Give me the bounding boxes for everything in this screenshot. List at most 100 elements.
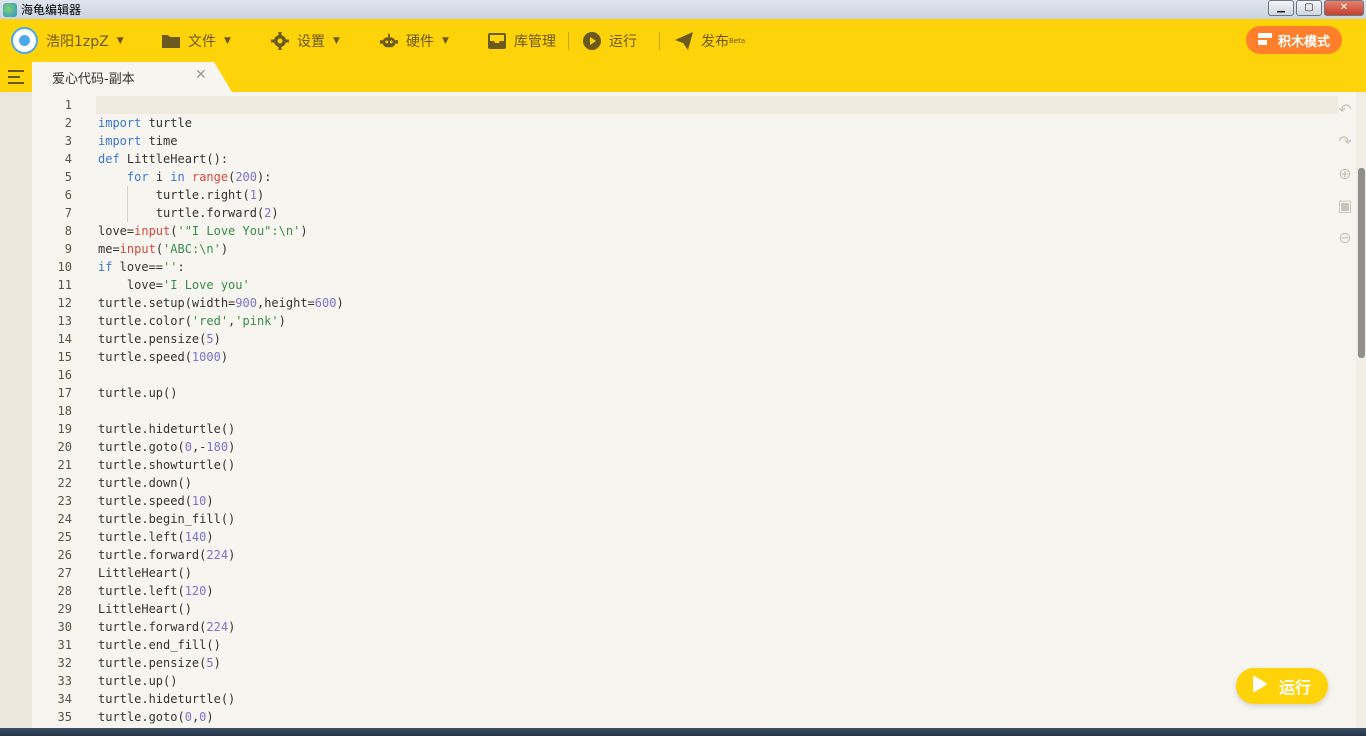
zoom-in-icon[interactable]: ⊕ xyxy=(1335,164,1355,184)
code-line[interactable]: turtle.speed(1000) xyxy=(98,348,1338,366)
line-number: 10 xyxy=(57,260,72,274)
line-number: 30 xyxy=(57,620,72,634)
menu-run[interactable]: 运行 xyxy=(583,19,637,62)
code-line[interactable]: turtle.right(1) xyxy=(98,186,1338,204)
line-number: 4 xyxy=(64,152,72,166)
window-title: 海龟编辑器 xyxy=(21,3,82,17)
line-number: 29 xyxy=(57,602,72,616)
code-line[interactable]: turtle.pensize(5) xyxy=(98,330,1338,348)
code-line[interactable]: turtle.hideturtle() xyxy=(98,690,1338,708)
gear-icon xyxy=(271,31,289,50)
code-line[interactable]: turtle.hideturtle() xyxy=(98,420,1338,438)
code-line[interactable]: turtle.showturtle() xyxy=(98,456,1338,474)
window-titlebar: 海龟编辑器 ▁ ▢ ✕ xyxy=(0,0,1366,19)
line-number: 19 xyxy=(57,422,72,436)
blocks-icon xyxy=(1257,32,1272,48)
run-button[interactable]: 运行 xyxy=(1236,668,1328,704)
code-line[interactable]: if love=='': xyxy=(98,258,1338,276)
run-button-label: 运行 xyxy=(1278,678,1311,697)
code-line[interactable]: import time xyxy=(98,132,1338,150)
code-line[interactable]: love=input('"I Love You":\n') xyxy=(98,222,1338,240)
paper-plane-icon xyxy=(675,31,693,50)
undo-icon[interactable]: ↶ xyxy=(1335,100,1355,120)
tab-file[interactable]: 爱心代码-副本 ✕ xyxy=(32,62,232,92)
block-mode-button[interactable]: 积木模式 xyxy=(1246,26,1342,54)
code-line[interactable] xyxy=(98,366,1338,384)
menu-library[interactable]: 库管理 xyxy=(488,19,556,62)
scrollbar-thumb[interactable] xyxy=(1358,168,1365,358)
line-number: 27 xyxy=(57,566,72,580)
play-icon xyxy=(583,31,601,50)
line-number: 17 xyxy=(57,386,72,400)
tab-label: 爱心代码-副本 xyxy=(52,72,135,87)
sidebar-toggle-button[interactable] xyxy=(0,62,32,92)
menu-library-label: 库管理 xyxy=(514,33,556,50)
code-line[interactable]: turtle.goto(0,0) xyxy=(98,708,1338,726)
line-number: 6 xyxy=(64,188,72,202)
format-icon[interactable]: ▣ xyxy=(1335,196,1355,216)
code-line[interactable]: turtle.left(140) xyxy=(98,528,1338,546)
menu-run-label: 运行 xyxy=(609,33,637,50)
close-icon[interactable]: ✕ xyxy=(195,67,207,83)
line-number: 3 xyxy=(64,134,72,148)
code-line[interactable]: LittleHeart() xyxy=(98,600,1338,618)
menu-publish[interactable]: 发布 Beta xyxy=(675,19,745,62)
menu-hardware[interactable]: 硬件 ▼ xyxy=(380,19,449,62)
line-number: 28 xyxy=(57,584,72,598)
menu-settings-label: 设置 xyxy=(297,33,325,50)
zoom-out-icon[interactable]: ⊖ xyxy=(1335,228,1355,248)
redo-icon[interactable]: ↷ xyxy=(1335,132,1355,152)
code-line[interactable]: turtle.setup(width=900,height=600) xyxy=(98,294,1338,312)
code-line[interactable]: turtle.up() xyxy=(98,672,1338,690)
code-line[interactable]: for i in range(200): xyxy=(98,168,1338,186)
line-number: 9 xyxy=(64,242,72,256)
line-number: 16 xyxy=(57,368,72,382)
menu-settings[interactable]: 设置 ▼ xyxy=(271,19,340,62)
os-taskbar xyxy=(0,728,1366,736)
close-window-button[interactable]: ✕ xyxy=(1324,0,1364,16)
code-line[interactable]: turtle.forward(224) xyxy=(98,546,1338,564)
code-editor[interactable]: import turtle import time def LittleHeart(… xyxy=(96,96,1338,726)
code-line[interactable]: turtle.pensize(5) xyxy=(98,654,1338,672)
play-icon xyxy=(1252,676,1267,696)
user-menu[interactable]: 浩阳1zpZ ▼ xyxy=(11,19,124,62)
code-line[interactable]: def LittleHeart(): xyxy=(98,150,1338,168)
chevron-down-icon: ▼ xyxy=(442,35,449,46)
code-line[interactable]: turtle.forward(224) xyxy=(98,618,1338,636)
line-number: 23 xyxy=(57,494,72,508)
code-line[interactable]: turtle.up() xyxy=(98,384,1338,402)
window-controls: ▁ ▢ ✕ xyxy=(1268,0,1364,16)
maximize-button[interactable]: ▢ xyxy=(1296,0,1322,16)
code-line[interactable]: turtle.end_fill() xyxy=(98,636,1338,654)
code-line[interactable]: turtle.forward(2) xyxy=(98,204,1338,222)
inbox-icon xyxy=(488,32,506,50)
code-line[interactable] xyxy=(98,402,1338,420)
code-line[interactable]: turtle.color('red','pink') xyxy=(98,312,1338,330)
line-number: 31 xyxy=(57,638,72,652)
line-number: 18 xyxy=(57,404,72,418)
code-line[interactable]: me=input('ABC:\n') xyxy=(98,240,1338,258)
line-number: 25 xyxy=(57,530,72,544)
block-mode-label: 积木模式 xyxy=(1277,34,1330,50)
menu-file-label: 文件 xyxy=(188,33,216,50)
code-line[interactable]: import turtle xyxy=(98,114,1338,132)
code-line[interactable]: love='I Love you' xyxy=(98,276,1338,294)
code-line[interactable] xyxy=(96,96,1338,114)
minimize-button[interactable]: ▁ xyxy=(1268,0,1294,16)
code-line[interactable]: turtle.down() xyxy=(98,474,1338,492)
line-number: 24 xyxy=(57,512,72,526)
code-line[interactable]: turtle.begin_fill() xyxy=(98,510,1338,528)
chevron-down-icon: ▼ xyxy=(333,35,340,46)
code-line[interactable]: turtle.left(120) xyxy=(98,582,1338,600)
line-number: 20 xyxy=(57,440,72,454)
line-number: 2 xyxy=(64,116,72,130)
chevron-down-icon: ▼ xyxy=(116,35,124,46)
line-number: 35 xyxy=(57,710,72,724)
toolbar-divider xyxy=(568,32,569,50)
menu-file[interactable]: 文件 ▼ xyxy=(162,19,231,62)
main-toolbar: 浩阳1zpZ ▼ 文件 ▼ 设置 ▼ 硬件 ▼ 库管理 运行 发布 Beta 积… xyxy=(0,19,1366,62)
menu-publish-label: 发布 xyxy=(701,33,729,50)
code-line[interactable]: turtle.goto(0,-180) xyxy=(98,438,1338,456)
code-line[interactable]: turtle.speed(10) xyxy=(98,492,1338,510)
code-line[interactable]: LittleHeart() xyxy=(98,564,1338,582)
